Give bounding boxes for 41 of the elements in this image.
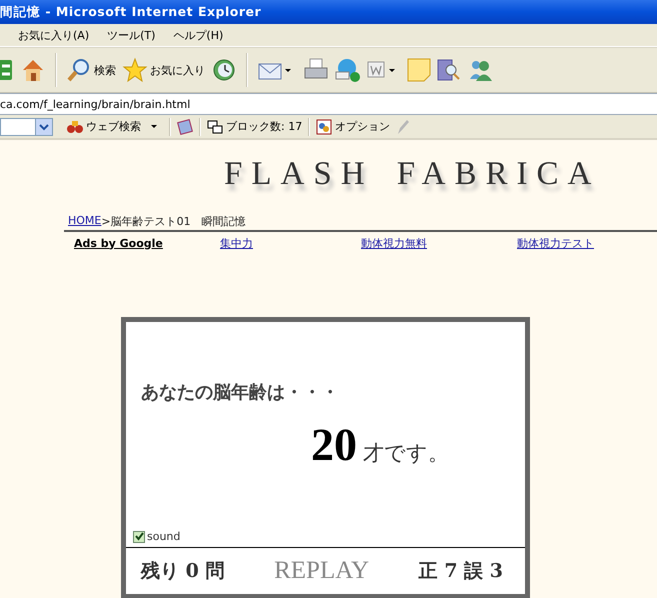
web-search-button[interactable]: ウェブ検索 xyxy=(67,119,141,134)
caret-icon[interactable] xyxy=(389,68,395,72)
phone-badge-icon[interactable] xyxy=(335,57,361,83)
score-text: 正 7 誤 3 xyxy=(418,559,503,584)
menu-item[interactable]: ヘルプ(H) xyxy=(173,28,224,42)
sound-label: sound xyxy=(147,530,180,543)
chevron-down-icon[interactable] xyxy=(39,122,49,130)
options-button[interactable]: オプション xyxy=(316,118,390,134)
address-field[interactable]: ca.com/f_learning/brain/brain.html xyxy=(0,98,190,110)
search-button[interactable]: 検索 xyxy=(66,57,116,83)
clock-icon[interactable] xyxy=(211,57,237,83)
search-field[interactable] xyxy=(0,118,35,136)
palette-icon xyxy=(316,118,332,134)
book-magnifier-icon[interactable] xyxy=(437,57,461,83)
home-link[interactable]: HOME xyxy=(68,214,102,229)
windows-icon xyxy=(207,120,223,134)
search-icon xyxy=(66,57,92,83)
ad-link[interactable]: 集中力 xyxy=(220,236,253,250)
replay-button[interactable]: REPLAY xyxy=(274,557,370,585)
block-count-button[interactable]: ブロック数: 17 xyxy=(207,119,302,134)
ad-link[interactable]: 動体視力無料 xyxy=(361,236,427,250)
favorites-button[interactable]: お気に入り xyxy=(122,57,205,83)
remaining-count: 残り 0 問 xyxy=(141,559,224,584)
menu-item[interactable]: ツール(T) xyxy=(107,28,156,42)
ads-label[interactable]: Ads by Google xyxy=(74,236,163,250)
result-prompt: あなたの脳年齢は・・・ xyxy=(141,381,340,404)
age-suffix: 才です。 xyxy=(363,440,449,467)
window-title: 間記憶 - Microsoft Internet Explorer xyxy=(0,4,262,20)
age-number: 20 xyxy=(311,418,357,471)
caret-icon[interactable] xyxy=(285,68,291,72)
ad-link[interactable]: 動体視力テスト xyxy=(517,236,594,250)
menu-item[interactable]: お気に入り(A) xyxy=(18,28,90,42)
notepad-icon[interactable] xyxy=(177,118,193,134)
sound-checkbox[interactable] xyxy=(133,530,145,542)
binoculars-icon xyxy=(67,120,83,134)
site-logo: FLASH FABRICA xyxy=(223,155,602,194)
refresh-icon[interactable] xyxy=(0,58,14,82)
breadcrumb-text: >脳年齢テスト01 瞬間記憶 xyxy=(101,214,246,229)
caret-icon[interactable] xyxy=(151,125,157,128)
star-icon xyxy=(122,57,148,83)
dropdown-button[interactable] xyxy=(35,118,53,136)
